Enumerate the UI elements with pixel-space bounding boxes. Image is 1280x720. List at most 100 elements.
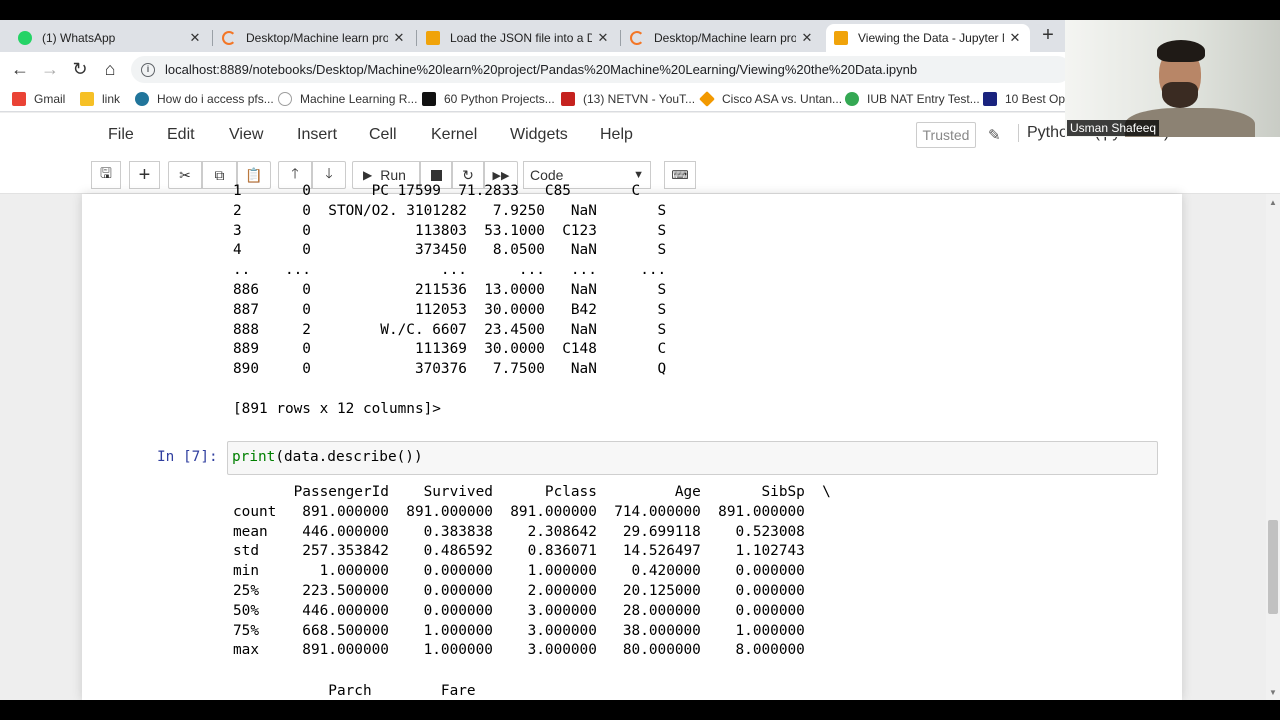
close-icon[interactable]: ✕ <box>596 30 610 46</box>
bookmark-best-ope[interactable]: 10 Best Ope <box>983 90 1072 108</box>
cell-output-describe: PassengerId Survived Pclass Age SibSp \ … <box>233 484 831 659</box>
info-icon[interactable]: i <box>141 62 155 77</box>
menu-view[interactable]: View <box>229 126 263 144</box>
bookmark-gmail[interactable]: Gmail <box>12 90 65 108</box>
reload-button[interactable]: ↻ <box>68 57 92 81</box>
tab-title: Desktop/Machine learn proje <box>654 31 796 45</box>
input-prompt: In [7]: <box>157 449 218 465</box>
home-button[interactable]: ⌂ <box>98 57 122 81</box>
scroll-up-icon[interactable]: ▲ <box>1269 198 1277 207</box>
bookmark-label: (13) NETVN - YouT... <box>583 92 696 106</box>
menu-kernel[interactable]: Kernel <box>431 126 477 144</box>
back-button[interactable]: ← <box>8 57 32 81</box>
plus-icon: + <box>138 163 151 186</box>
presenter-beard <box>1162 82 1198 108</box>
bookmark-label: 60 Python Projects... <box>444 92 555 106</box>
keyboard-icon: ⌨ <box>671 168 689 182</box>
trusted-badge[interactable]: Trusted <box>916 122 976 148</box>
whatsapp-icon <box>18 31 32 45</box>
bookmark-label: 10 Best Ope <box>1005 92 1072 106</box>
menu-file[interactable]: File <box>108 126 134 144</box>
close-icon[interactable]: ✕ <box>392 30 406 46</box>
insert-cell-button[interactable]: + <box>129 161 160 189</box>
paste-icon: 📋 <box>245 166 263 183</box>
code-args: (data.describe()) <box>275 449 423 465</box>
letterbox-top <box>0 0 1280 20</box>
bookmark-label: IUB NAT Entry Test... <box>867 92 980 106</box>
video-icon <box>422 92 436 106</box>
bookmark-label: Machine Learning R... <box>300 92 418 106</box>
jupyter-loading-icon <box>222 31 236 45</box>
copy-icon: ⧉ <box>214 166 225 183</box>
cell-output-data-head: 1 0 PC 17599 71.2833 C85 C 2 0 STON/O2. … <box>233 183 667 378</box>
close-icon[interactable]: ✕ <box>188 30 202 46</box>
shield-icon <box>983 92 997 106</box>
tab-title: Desktop/Machine learn proje <box>246 31 388 45</box>
save-icon: 🖫 <box>100 165 112 181</box>
bookmark-label: link <box>102 92 121 106</box>
folder-icon <box>80 92 94 106</box>
jupyter-loading-icon <box>630 31 644 45</box>
close-icon[interactable]: ✕ <box>1008 30 1022 46</box>
wordpress-icon <box>135 92 149 106</box>
rows-summary: [891 rows x 12 columns]> <box>233 401 441 417</box>
command-palette-button[interactable]: ⌨ <box>664 161 696 189</box>
stop-icon <box>430 169 442 181</box>
bookmark-label: How do i access pfs... <box>157 92 274 106</box>
vertical-scrollbar[interactable]: ▲ ▼ <box>1266 194 1280 700</box>
code-text[interactable]: print(data.describe()) <box>232 449 423 465</box>
bookmark-cisco[interactable]: Cisco ASA vs. Untan... <box>699 90 843 108</box>
menu-widgets[interactable]: Widgets <box>510 126 568 144</box>
tab-title: Viewing the Data - Jupyter N <box>858 31 1004 45</box>
presenter-name: Usman Shafeeq <box>1067 120 1160 136</box>
scrollbar-thumb[interactable] <box>1268 520 1278 614</box>
letterbox-bottom <box>0 700 1280 720</box>
run-label: Run <box>380 167 406 183</box>
scroll-down-icon[interactable]: ▼ <box>1269 688 1277 697</box>
cell-output-describe-part2: Parch Fare <box>233 683 476 699</box>
gmail-icon <box>561 92 575 106</box>
address-bar[interactable]: i localhost:8889/notebooks/Desktop/Machi… <box>131 56 1071 83</box>
diamond-icon <box>699 91 715 107</box>
menu-cell[interactable]: Cell <box>369 126 397 144</box>
menu-edit[interactable]: Edit <box>167 126 195 144</box>
bookmark-machine-learning[interactable]: Machine Learning R... <box>278 90 417 108</box>
fast-forward-icon: ▶▶ <box>492 169 510 182</box>
presenter-hair <box>1157 40 1205 62</box>
copy-button[interactable]: ⧉ <box>202 161 237 189</box>
bookmark-pfs[interactable]: How do i access pfs... <box>135 90 274 108</box>
new-tab-button[interactable]: + <box>1038 24 1058 48</box>
leaf-icon <box>845 92 859 106</box>
webcam-overlay: Usman Shafeeq <box>1065 20 1280 137</box>
close-icon[interactable]: ✕ <box>800 30 814 46</box>
bookmark-netvn[interactable]: (13) NETVN - YouT... <box>561 90 695 108</box>
tab-title: (1) WhatsApp <box>42 31 116 45</box>
bookmark-label: Gmail <box>34 92 66 106</box>
tab-load-json[interactable]: Load the JSON file into a Dat ✕ <box>418 24 618 52</box>
tab-viewing-the-data[interactable]: Viewing the Data - Jupyter N ✕ <box>826 24 1030 52</box>
notebook-icon <box>426 31 440 45</box>
globe-icon <box>278 92 292 106</box>
bookmark-python-projects[interactable]: 60 Python Projects... <box>422 90 555 108</box>
bookmark-label: Cisco ASA vs. Untan... <box>722 92 843 106</box>
forward-button[interactable]: → <box>38 57 62 81</box>
tab-machine-learn-2[interactable]: Desktop/Machine learn proje ✕ <box>622 24 822 52</box>
tab-whatsapp[interactable]: (1) WhatsApp ✕ <box>10 24 210 52</box>
url-text: localhost:8889/notebooks/Desktop/Machine… <box>165 62 918 77</box>
tab-machine-learn-1[interactable]: Desktop/Machine learn proje ✕ <box>214 24 414 52</box>
save-button[interactable]: 🖫 <box>91 161 121 189</box>
code-function: print <box>232 449 276 465</box>
pencil-icon[interactable]: ✎ <box>988 126 1001 144</box>
scissors-icon: ✂ <box>179 166 191 183</box>
bookmark-link[interactable]: link <box>80 90 120 108</box>
cut-button[interactable]: ✂ <box>168 161 202 189</box>
gmail-icon <box>12 92 26 106</box>
menu-insert[interactable]: Insert <box>297 126 337 144</box>
tab-title: Load the JSON file into a Dat <box>450 31 592 45</box>
notebook-icon <box>834 31 848 45</box>
menu-help[interactable]: Help <box>600 126 633 144</box>
restart-icon: ↻ <box>462 166 474 183</box>
screen: (1) WhatsApp ✕ Desktop/Machine learn pro… <box>0 0 1280 720</box>
play-icon: ▶ <box>363 168 373 182</box>
bookmark-iub[interactable]: IUB NAT Entry Test... <box>845 90 980 108</box>
